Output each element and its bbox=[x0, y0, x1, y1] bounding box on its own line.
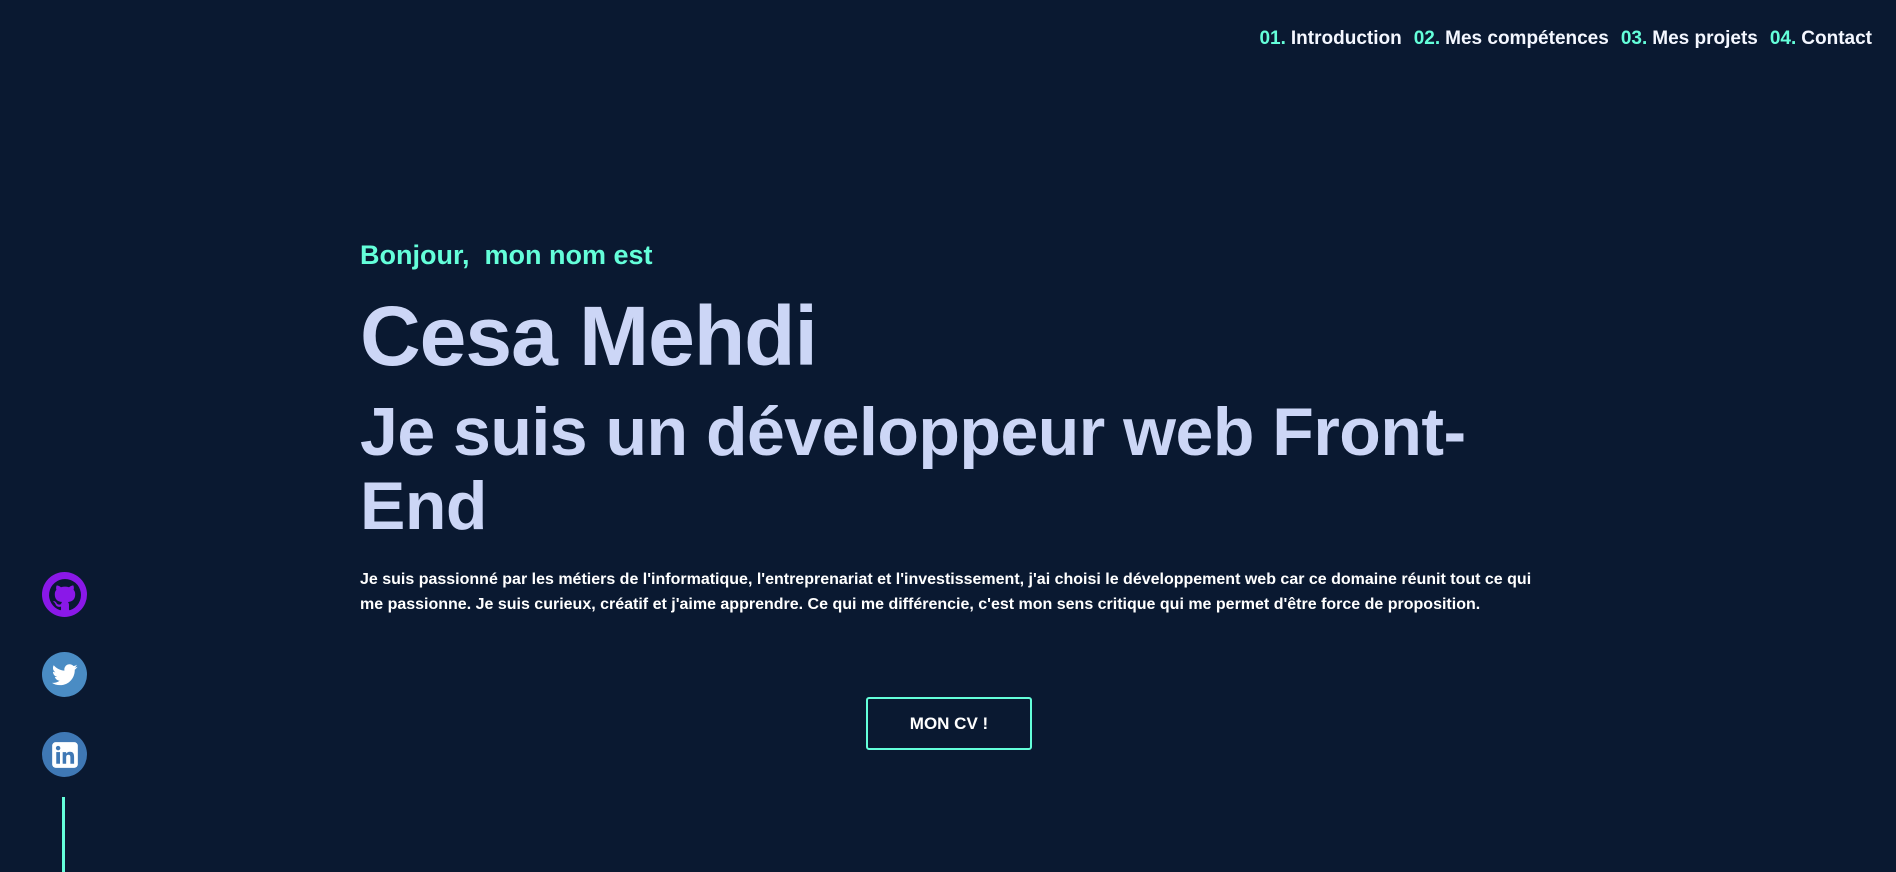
nav-introduction[interactable]: 01. Introduction bbox=[1259, 28, 1401, 50]
twitter-icon bbox=[51, 663, 78, 685]
nav-number: 02. bbox=[1413, 28, 1441, 49]
hero-section: Bonjour, mon nom est Cesa Mehdi Je suis … bbox=[360, 240, 1560, 617]
twitter-link[interactable] bbox=[42, 652, 87, 697]
github-link[interactable] bbox=[42, 572, 87, 617]
nav-contact[interactable]: 04. Contact bbox=[1770, 28, 1872, 50]
nav-label: Contact bbox=[1801, 28, 1872, 49]
linkedin-icon bbox=[51, 741, 78, 768]
main-nav: 01. Introduction 02. Mes compétences 03. Me… bbox=[1259, 28, 1872, 50]
social-links bbox=[42, 572, 87, 777]
nav-label: Mes compétences bbox=[1445, 28, 1609, 49]
github-icon bbox=[44, 574, 85, 615]
nav-number: 01. bbox=[1259, 28, 1286, 49]
portfolio-page: 01. Introduction 02. Mes compétences 03. Me… bbox=[0, 0, 1896, 872]
greeting-text: Bonjour, mon nom est bbox=[360, 240, 653, 270]
nav-label: Mes projets bbox=[1652, 28, 1758, 49]
nav-label: Introduction bbox=[1290, 28, 1402, 49]
hero-role: Je suis un développeur web Front-End bbox=[360, 394, 1466, 544]
nav-competences[interactable]: 02. Mes compétences bbox=[1414, 28, 1609, 50]
nav-number: 03. bbox=[1620, 28, 1648, 49]
cv-button[interactable]: MON CV ! bbox=[866, 697, 1032, 750]
nav-projets[interactable]: 03. Mes projets bbox=[1621, 28, 1758, 50]
social-divider-line bbox=[62, 797, 65, 872]
nav-number: 04. bbox=[1769, 28, 1797, 49]
hero-name: Cesa Mehdi bbox=[360, 289, 818, 383]
linkedin-link[interactable] bbox=[42, 732, 87, 777]
hero-description: Je suis passionné par les métiers de l'i… bbox=[360, 571, 1532, 613]
